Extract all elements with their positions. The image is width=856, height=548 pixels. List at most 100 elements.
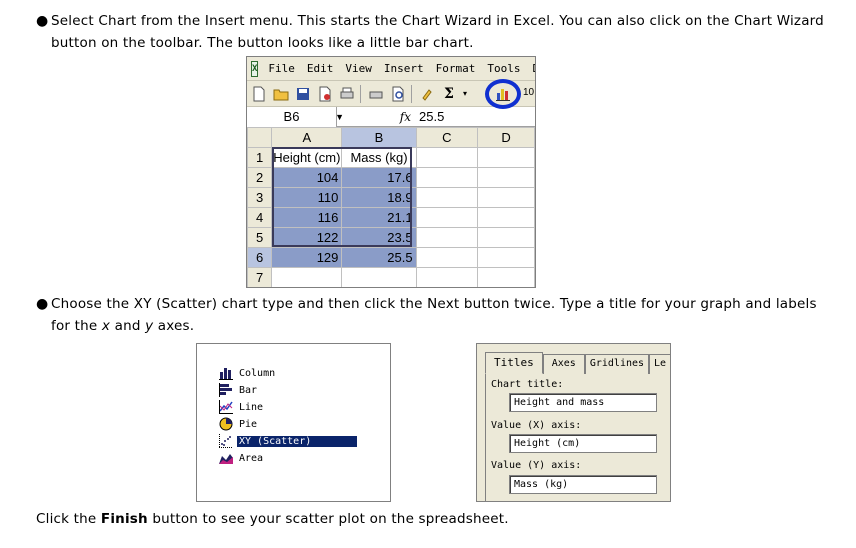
x-axis-label: Value (X) axis: [491, 420, 582, 431]
autosum-dropdown-icon[interactable]: ▾ [461, 84, 469, 104]
formula-value[interactable]: 25.5 [417, 109, 444, 124]
cell-d5[interactable] [477, 227, 535, 248]
cell-d7[interactable] [477, 267, 535, 287]
menu-format[interactable]: Format [430, 62, 482, 75]
final-text-post: button to see your scatter plot on the s… [147, 511, 509, 527]
chart-type-label: Bar [239, 384, 258, 396]
cell-b6[interactable]: 25.5 [341, 247, 417, 268]
cell-d2[interactable] [477, 167, 535, 188]
cell-c3[interactable] [415, 187, 479, 208]
chart-wizard-highlight-circle [485, 79, 521, 109]
x-variable: x [101, 318, 111, 334]
row-header[interactable]: 1 [247, 147, 273, 168]
save-icon[interactable] [293, 84, 313, 104]
excel-window: X File Edit View Insert Format Tools Dat… [246, 56, 536, 288]
cell-b3[interactable]: 18.9 [341, 187, 417, 208]
permission-icon[interactable] [315, 84, 335, 104]
spelling-icon[interactable] [388, 84, 408, 104]
print-icon[interactable] [337, 84, 357, 104]
menu-view[interactable]: View [339, 62, 378, 75]
row-header[interactable]: 7 [247, 267, 273, 287]
column-header-a[interactable]: A [271, 127, 343, 148]
cell-d1[interactable] [477, 147, 535, 168]
menu-bar: X File Edit View Insert Format Tools Dat… [247, 57, 535, 81]
menu-tools[interactable]: Tools [481, 62, 526, 75]
toolbar-separator [411, 84, 412, 103]
cell-b2[interactable]: 17.6 [341, 167, 417, 188]
tab-titles[interactable]: Titles [485, 352, 543, 374]
autosum-icon[interactable]: Σ [439, 84, 459, 104]
cell-c4[interactable] [415, 207, 479, 228]
cell-d4[interactable] [477, 207, 535, 228]
menu-data[interactable]: Data [527, 62, 535, 75]
cell-c6[interactable] [415, 247, 479, 268]
formula-bar: B6 ▼ fx 25.5 [247, 106, 535, 127]
cell-c7[interactable] [415, 267, 479, 287]
format-painter-icon[interactable] [417, 84, 437, 104]
cell-b4[interactable]: 21.1 [341, 207, 417, 228]
spreadsheet-grid: A B C D 1 Height (cm) Mass (kg) 2 104 17… [247, 127, 535, 287]
instruction-step-2: ● Choose the XY (Scatter) chart type and… [36, 293, 836, 337]
chart-type-label: Area [239, 452, 264, 464]
row-header[interactable]: 2 [247, 167, 273, 188]
toolbar-separator [360, 84, 361, 103]
cell-d6[interactable] [477, 247, 535, 268]
chart-type-list: Column Bar Line Pie XY (Scatter) Area [196, 343, 391, 502]
name-box[interactable]: B6 ▼ [247, 106, 344, 127]
cell-c2[interactable] [415, 167, 479, 188]
chart-wizard-button-icon[interactable] [493, 84, 513, 104]
cell-c1[interactable] [415, 147, 479, 168]
cell-a3[interactable]: 110 [271, 187, 343, 208]
cell-b5[interactable]: 23.5 [341, 227, 417, 248]
area-chart-icon [219, 454, 233, 464]
chart-type-label: Pie [239, 418, 258, 430]
cell-d3[interactable] [477, 187, 535, 208]
tab-legend[interactable]: Le [649, 354, 670, 374]
zoom-fragment: 10 [523, 87, 535, 98]
open-folder-icon[interactable] [271, 84, 291, 104]
cell-a1[interactable]: Height (cm) [271, 147, 343, 168]
column-header-c[interactable]: C [415, 127, 479, 148]
chart-title-input[interactable]: Height and mass [509, 393, 657, 412]
column-header-b[interactable]: B [341, 127, 417, 148]
x-axis-title-input[interactable]: Height (cm) [509, 434, 657, 453]
tab-axes[interactable]: Axes [542, 354, 585, 374]
new-icon[interactable] [249, 84, 269, 104]
finish-keyword: Finish [100, 511, 148, 527]
cell-a4[interactable]: 116 [271, 207, 343, 228]
chart-type-area[interactable]: Area [219, 451, 265, 465]
select-all-corner[interactable] [247, 127, 273, 148]
cell-a7[interactable] [271, 267, 343, 287]
cell-a2[interactable]: 104 [271, 167, 343, 188]
menu-file[interactable]: File [262, 62, 301, 75]
chevron-down-icon[interactable]: ▼ [335, 107, 344, 127]
cell-a6[interactable]: 129 [271, 247, 343, 268]
chart-type-xy-scatter[interactable]: XY (Scatter) [219, 434, 358, 448]
row-header[interactable]: 6 [247, 247, 273, 268]
standard-toolbar: Σ ▾ 10 [247, 79, 535, 109]
column-header-d[interactable]: D [477, 127, 535, 148]
cell-b7[interactable] [341, 267, 417, 287]
y-axis-title-input[interactable]: Mass (kg) [509, 475, 657, 494]
fx-icon: fx [399, 109, 411, 124]
column-chart-icon [219, 368, 233, 380]
chart-type-column[interactable]: Column [219, 366, 277, 380]
row-header[interactable]: 3 [247, 187, 273, 208]
cell-c5[interactable] [415, 227, 479, 248]
cell-b1[interactable]: Mass (kg) [341, 147, 417, 168]
menu-edit[interactable]: Edit [301, 62, 340, 75]
final-instruction: Click the Finish button to see your scat… [36, 511, 509, 527]
chart-type-bar[interactable]: Bar [219, 383, 259, 397]
row-header[interactable]: 5 [247, 227, 273, 248]
cell-a5[interactable]: 122 [271, 227, 343, 248]
chart-type-pie[interactable]: Pie [219, 417, 259, 431]
table-row: 1 Height (cm) Mass (kg) [247, 147, 535, 168]
menu-insert[interactable]: Insert [378, 62, 430, 75]
tab-strip: Titles Axes Gridlines Le [485, 352, 670, 374]
tab-gridlines[interactable]: Gridlines [584, 354, 650, 374]
print-preview-icon[interactable] [366, 84, 386, 104]
chart-type-label: XY (Scatter) [236, 434, 358, 448]
row-header[interactable]: 4 [247, 207, 273, 228]
instruction-text-2-end: axes. [153, 318, 195, 334]
chart-type-line[interactable]: Line [219, 400, 265, 414]
